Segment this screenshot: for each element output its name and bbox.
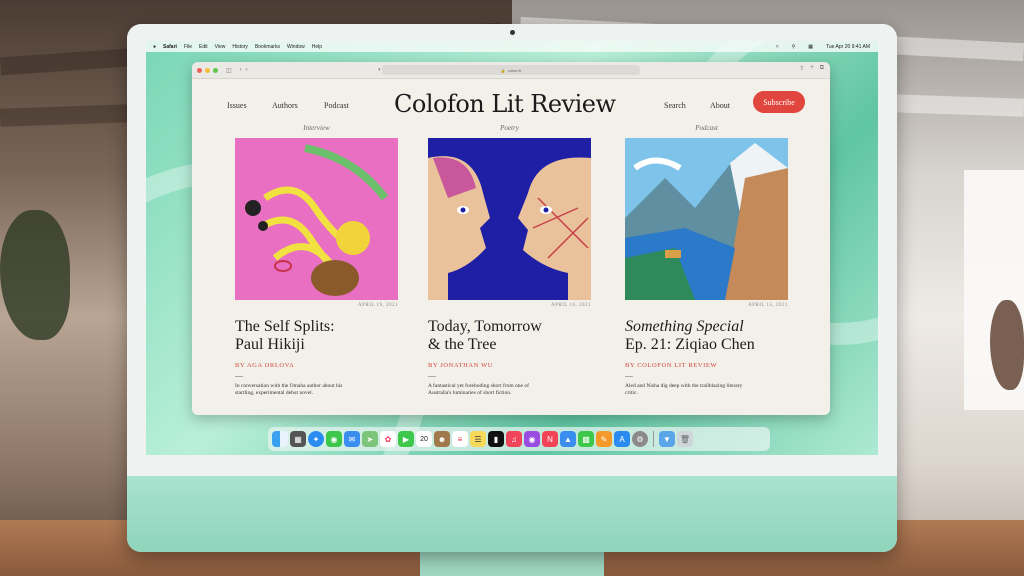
- pages-icon[interactable]: ✎: [596, 431, 612, 447]
- facetime-icon[interactable]: ▶: [398, 431, 414, 447]
- article-kicker: Poetry: [500, 124, 519, 132]
- article-date: APRIL 19, 2021: [357, 303, 398, 308]
- imac-chin: [127, 476, 897, 552]
- divider: [625, 376, 633, 377]
- launchpad-icon[interactable]: ▦: [290, 431, 306, 447]
- article-card[interactable]: Poetry APRIL 16, 2021 Today, Tomorrow & …: [428, 124, 591, 397]
- menu-help[interactable]: Help: [312, 44, 322, 50]
- article-title-line: Ep. 21: Ziqiao Chen: [625, 336, 755, 353]
- app-store-icon[interactable]: A: [614, 431, 630, 447]
- imac-stand: [420, 552, 604, 576]
- notes-icon[interactable]: ☰: [470, 431, 486, 447]
- calendar-icon[interactable]: 20: [416, 431, 432, 447]
- menu-window[interactable]: Window: [287, 44, 305, 50]
- menu-bar: ● Safari File Edit View History Bookmark…: [146, 41, 878, 52]
- article-card[interactable]: Podcast APRIL 15, 2021 Something Special: [625, 124, 788, 397]
- lock-icon: 🔒: [500, 67, 506, 73]
- back-icon[interactable]: ‹: [240, 67, 242, 73]
- menu-safari[interactable]: Safari: [163, 44, 177, 50]
- maps-icon[interactable]: ➤: [362, 431, 378, 447]
- article-kicker: Podcast: [695, 124, 718, 132]
- article-title[interactable]: Today, Tomorrow & the Tree: [428, 318, 591, 354]
- dock-separator: [653, 431, 654, 447]
- article-title-line: Something Special: [625, 318, 744, 335]
- nav-issues[interactable]: Issues: [227, 101, 247, 110]
- tv-icon[interactable]: ▮: [488, 431, 504, 447]
- reminders-icon[interactable]: ≡: [452, 431, 468, 447]
- article-byline[interactable]: BY AGA ORLOVA: [235, 362, 398, 369]
- article-title-line: The Self Splits:: [235, 318, 335, 335]
- article-blurb: A fantastical yet foreboding short from …: [428, 383, 529, 396]
- article-kicker: Interview: [303, 124, 330, 132]
- menu-edit[interactable]: Edit: [199, 44, 208, 50]
- nav-about[interactable]: About: [710, 101, 730, 110]
- article-blurb: Aled and Nisha dig deep with the trailbl…: [625, 383, 743, 396]
- photos-icon[interactable]: ✿: [380, 431, 396, 447]
- sidebar-icon[interactable]: ◫: [226, 67, 232, 74]
- plant: [990, 300, 1024, 390]
- safari-window: ◫ ‹ › ◐ 🔒 colon.lit ⇧ + ⧉ Issues Authors…: [192, 62, 830, 415]
- zoom-window-button[interactable]: [213, 67, 218, 73]
- minimize-window-button[interactable]: [205, 67, 210, 73]
- messages-icon[interactable]: ◉: [326, 431, 342, 447]
- article-byline[interactable]: BY JONATHAN WU: [428, 362, 591, 369]
- menu-view[interactable]: View: [215, 44, 226, 50]
- numbers-icon[interactable]: ▩: [578, 431, 594, 447]
- article-title-line: Today, Tomorrow: [428, 318, 542, 335]
- calendar-day: 20: [420, 435, 428, 443]
- article-blurb: In conversation with the Omaha author ab…: [235, 383, 343, 396]
- article-title[interactable]: Something Special Ep. 21: Ziqiao Chen: [625, 318, 788, 354]
- new-tab-icon[interactable]: +: [810, 65, 814, 72]
- menubar-clock[interactable]: Tue Apr 20 9:41 AM: [826, 44, 870, 50]
- nav-authors[interactable]: Authors: [272, 101, 298, 110]
- plant: [0, 210, 70, 340]
- share-icon[interactable]: ⇧: [799, 65, 804, 72]
- mail-icon[interactable]: ✉: [344, 431, 360, 447]
- menu-bookmarks[interactable]: Bookmarks: [255, 44, 280, 50]
- search-icon[interactable]: ⚲: [792, 44, 796, 50]
- article-illustration[interactable]: [235, 138, 398, 300]
- menu-file[interactable]: File: [184, 44, 192, 50]
- desktop-screen: ● Safari File Edit View History Bookmark…: [146, 41, 878, 455]
- nav-podcast[interactable]: Podcast: [324, 101, 349, 110]
- divider: [428, 376, 436, 377]
- imac: ● Safari File Edit View History Bookmark…: [127, 24, 897, 552]
- safari-toolbar: ◫ ‹ › ◐ 🔒 colon.lit ⇧ + ⧉: [192, 62, 830, 79]
- divider: [235, 376, 243, 377]
- menu-history[interactable]: History: [232, 44, 248, 50]
- article-title[interactable]: The Self Splits: Paul Hikiji: [235, 318, 398, 354]
- article-illustration[interactable]: [428, 138, 591, 300]
- article-byline[interactable]: BY COLOFON LIT REVIEW: [625, 362, 788, 369]
- article-date: APRIL 15, 2021: [747, 303, 788, 308]
- control-center-icon[interactable]: ▦: [808, 44, 813, 50]
- contacts-icon[interactable]: ☻: [434, 431, 450, 447]
- article-date: APRIL 16, 2021: [550, 303, 591, 308]
- tab-overview-icon[interactable]: ⧉: [820, 65, 824, 72]
- address-text: colon.lit: [507, 67, 522, 73]
- article-illustration[interactable]: [625, 138, 788, 300]
- wifi-icon[interactable]: ≈: [776, 44, 779, 50]
- site-header: Issues Authors Podcast Colofon Lit Revie…: [192, 79, 830, 125]
- finder-icon[interactable]: [272, 431, 288, 447]
- system-preferences-icon[interactable]: ⚙: [632, 431, 648, 447]
- music-icon[interactable]: ♫: [506, 431, 522, 447]
- news-icon[interactable]: N: [542, 431, 558, 447]
- article-title-line: & the Tree: [428, 336, 497, 353]
- subscribe-button[interactable]: Subscribe: [753, 91, 805, 113]
- safari-icon[interactable]: ✦: [308, 431, 324, 447]
- podcasts-icon[interactable]: ◉: [524, 431, 540, 447]
- article-card[interactable]: Interview APRIL 19, 2021 The Self Splits…: [235, 124, 398, 397]
- dock: ▦ ✦ ◉ ✉ ➤ ✿ ▶ 20 ☻ ≡ ☰ ▮ ♫ ◉ N ▲ ▩ ✎ A ⚙…: [268, 427, 770, 451]
- address-bar[interactable]: 🔒 colon.lit: [382, 65, 640, 75]
- nav-search[interactable]: Search: [664, 101, 686, 110]
- keynote-icon[interactable]: ▲: [560, 431, 576, 447]
- apple-menu-icon[interactable]: ●: [153, 44, 156, 50]
- site-logo[interactable]: Colofon Lit Review: [394, 90, 616, 118]
- close-window-button[interactable]: [197, 67, 202, 73]
- downloads-folder-icon[interactable]: ▼: [659, 431, 675, 447]
- trash-icon[interactable]: 🗑: [677, 431, 693, 447]
- camera: [510, 30, 515, 35]
- article-title-line: Paul Hikiji: [235, 336, 305, 353]
- forward-icon[interactable]: ›: [246, 67, 248, 73]
